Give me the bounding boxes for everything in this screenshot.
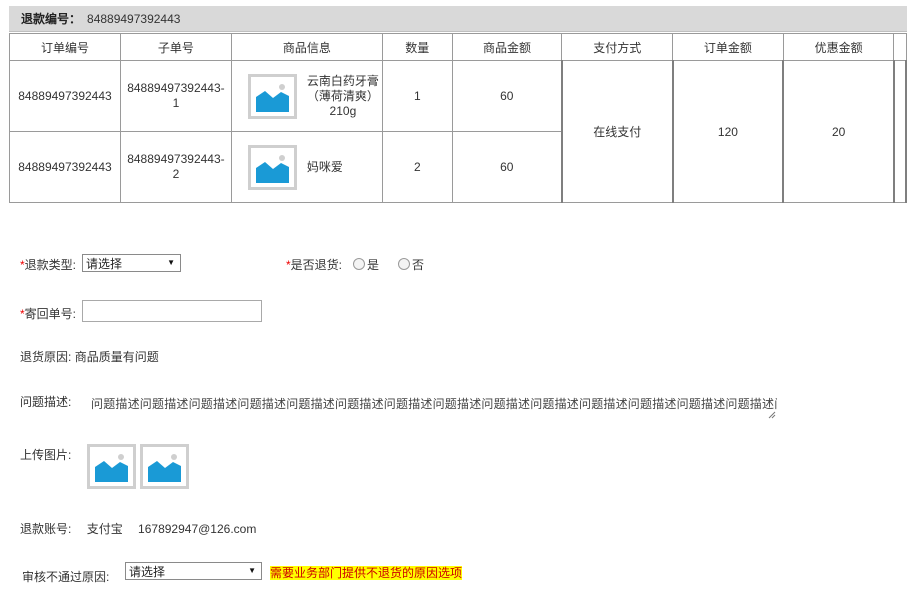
image-placeholder-icon[interactable] (247, 73, 297, 119)
radio-no-icon[interactable] (398, 258, 410, 270)
chevron-down-icon: ▼ (167, 258, 175, 267)
col-header-extra (893, 33, 907, 61)
sub-no-cell: 84889497392443-2 (119, 131, 232, 203)
payment-method-cell: 在线支付 (560, 60, 674, 203)
tracking-label: *寄回单号: (20, 305, 76, 322)
refund-number-bar: 退款编号： 84889497392443 (9, 6, 907, 32)
qty-cell: 1 (381, 60, 453, 132)
order-no-cell: 84889497392443 (9, 131, 121, 203)
account-label: 退款账号: (20, 522, 72, 536)
resize-grip-icon[interactable] (768, 411, 776, 419)
refund-type-select-value: 请选择 (86, 256, 123, 271)
reject-reason-select[interactable]: 请选择 ▼ (125, 562, 262, 580)
desc-textarea[interactable]: 问题描述问题描述问题描述问题描述问题描述问题描述问题描述问题描述问题描述问题描述… (84, 390, 777, 420)
uploaded-image-icon[interactable] (87, 444, 136, 489)
chevron-down-icon: ▼ (248, 566, 256, 575)
refund-type-label-text: 退款类型: (24, 258, 77, 272)
uploaded-image-icon[interactable] (140, 444, 189, 489)
account-method: 支付宝 (86, 522, 123, 536)
col-header: 优惠金额 (782, 33, 895, 61)
refund-number-label: 退款编号： (21, 12, 82, 26)
refund-type-select[interactable]: 请选择 ▼ (82, 254, 181, 272)
col-header: 数量 (381, 33, 453, 61)
col-header: 商品金额 (451, 33, 563, 61)
sub-no-text: 84889497392443-1 (127, 81, 225, 110)
account-value: 167892947@126.com (138, 522, 257, 536)
desc-textarea-value: 问题描述问题描述问题描述问题描述问题描述问题描述问题描述问题描述问题描述问题描述… (91, 397, 777, 411)
extra-cell (892, 60, 907, 203)
col-header: 订单编号 (9, 33, 121, 61)
radio-no-label[interactable]: 否 (412, 258, 424, 272)
product-cell: 云南白药牙膏（薄荷清爽）210g (230, 60, 383, 132)
radio-yes-label[interactable]: 是 (367, 258, 379, 272)
amount-cell: 60 (451, 131, 563, 203)
refund-type-label: *退款类型: (20, 256, 76, 273)
order-table: 订单编号 子单号 商品信息 数量 商品金额 支付方式 订单金额 优惠金额 848… (9, 33, 907, 203)
col-header: 商品信息 (230, 33, 383, 61)
qty-cell: 2 (381, 131, 453, 203)
table-row: 84889497392443 84889497392443-1 云南白药牙膏（薄… (9, 60, 907, 203)
col-header: 子单号 (119, 33, 232, 61)
discount-amount-cell: 20 (782, 60, 895, 203)
is-return-label: *是否退货: (286, 256, 342, 273)
reject-note: 需要业务部门提供不退货的原因选项 (270, 566, 463, 580)
table-header-row: 订单编号 子单号 商品信息 数量 商品金额 支付方式 订单金额 优惠金额 (9, 33, 907, 61)
reason-value: 商品质量有问题 (74, 350, 159, 364)
account-row: 退款账号: 支付宝 167892947@126.com (20, 520, 256, 537)
sub-no-cell: 84889497392443-1 (119, 60, 232, 132)
radio-yes[interactable]: 是 (353, 256, 379, 273)
product-name[interactable]: 云南白药牙膏（薄荷清爽）210g (307, 74, 379, 119)
order-no-cell: 84889497392443 (9, 60, 121, 132)
reason-row: 退货原因: 商品质量有问题 (20, 348, 159, 365)
col-header: 订单金额 (672, 33, 784, 61)
tracking-input[interactable] (82, 300, 262, 322)
radio-no[interactable]: 否 (398, 256, 424, 273)
product-cell: 妈咪爱 (230, 131, 383, 203)
reject-reason-select-value: 请选择 (129, 564, 166, 579)
reject-label: 审核不通过原因: (22, 570, 110, 584)
order-amount-cell: 120 (671, 60, 785, 203)
tracking-label-text: 寄回单号: (24, 307, 77, 321)
product-name[interactable]: 妈咪爱 (307, 160, 379, 175)
col-header: 支付方式 (561, 33, 674, 61)
reason-label: 退货原因: (20, 350, 72, 364)
upload-label: 上传图片: (20, 448, 72, 462)
refund-number-value: 84889497392443 (87, 11, 181, 26)
desc-label: 问题描述: (20, 395, 72, 409)
sub-no-text: 84889497392443-2 (127, 152, 225, 181)
amount-cell: 60 (451, 60, 563, 132)
image-placeholder-icon[interactable] (247, 144, 297, 190)
is-return-label-text: 是否退货: (290, 258, 343, 272)
radio-yes-icon[interactable] (353, 258, 365, 270)
